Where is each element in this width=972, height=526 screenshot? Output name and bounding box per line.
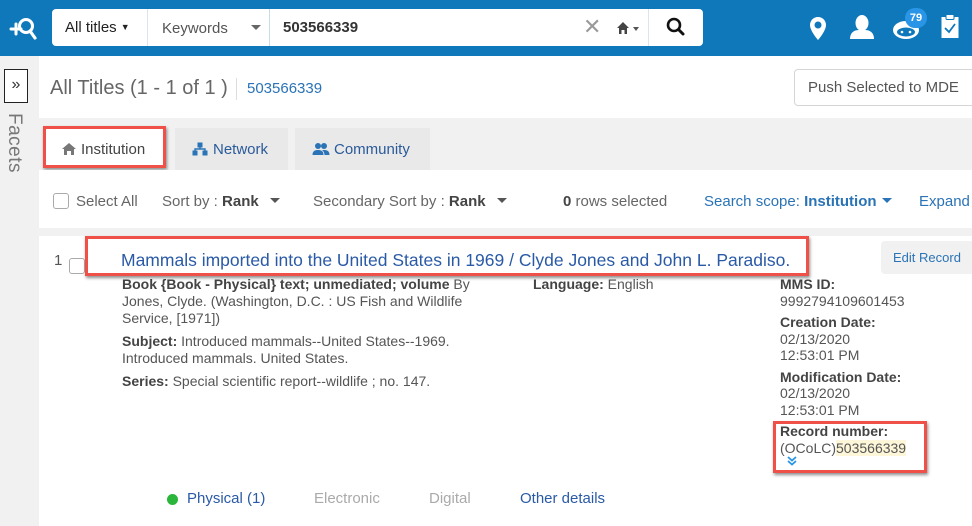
chevron-double-down-icon[interactable] bbox=[786, 456, 798, 466]
creation-date-value: 02/13/2020 bbox=[780, 330, 851, 347]
series-line: Series: Special scientific report--wildl… bbox=[122, 373, 502, 390]
modification-date-label: Modification Date: bbox=[780, 368, 902, 385]
language-label: Language: bbox=[533, 276, 604, 292]
magnifier-icon bbox=[666, 17, 685, 36]
result-checkbox[interactable] bbox=[69, 258, 85, 274]
select-all-checkbox[interactable] bbox=[53, 193, 69, 209]
record-number-prefix: (OCoLC) bbox=[780, 439, 837, 456]
tab-label: Network bbox=[213, 141, 269, 158]
caret-down-icon bbox=[269, 198, 280, 203]
results-header: All Titles (1 - 1 of 1 ) 503566339 Push … bbox=[39, 56, 972, 118]
record-number-value: 503566339 bbox=[836, 439, 907, 456]
mms-id-value: 9992794109601453 bbox=[780, 292, 905, 309]
home-icon bbox=[62, 143, 76, 155]
language-line: Language: English bbox=[533, 276, 654, 293]
scope-value: Institution bbox=[804, 193, 877, 210]
search-box: All titles▼ Keywords ✕ bbox=[52, 9, 703, 46]
caret-down-icon bbox=[496, 198, 507, 203]
result-index: 1 bbox=[54, 252, 63, 269]
mms-id-label: MMS ID: bbox=[780, 276, 836, 292]
series-value: Special scientific report--wildlife ; no… bbox=[168, 373, 431, 389]
modification-time-value: 12:53:01 PM bbox=[780, 401, 860, 418]
modification-date: Modification Date: 02/13/2020 12:53:01 P… bbox=[780, 369, 960, 419]
sort-label: Sort by : bbox=[162, 193, 218, 210]
creation-time-value: 12:53:01 PM bbox=[780, 347, 860, 363]
format-label: Book {Book - Physical} text; unmediated;… bbox=[122, 276, 450, 292]
secondary-sort-value: Rank bbox=[448, 193, 486, 210]
mms-id: MMS ID: 9992794109601453 bbox=[780, 276, 960, 309]
home-icon bbox=[617, 22, 639, 34]
facets-sidebar: » Facets bbox=[0, 56, 39, 526]
rows-selected-count: 0 bbox=[563, 193, 572, 210]
subject-line: Subject: Introduced mammals--United Stat… bbox=[122, 333, 502, 367]
top-bar: All titles▼ Keywords ✕ bbox=[0, 0, 972, 56]
tab-institution[interactable]: Institution bbox=[45, 128, 166, 170]
clear-search-icon[interactable]: ✕ bbox=[583, 16, 601, 38]
rows-selected-label: rows selected bbox=[575, 193, 668, 210]
push-selected-to-mde-button[interactable]: Push Selected to MDE bbox=[794, 69, 972, 106]
record-number: Record number: (OCoLC)503566339 bbox=[780, 423, 960, 466]
search-input[interactable] bbox=[272, 9, 572, 46]
caret-down-icon: ▼ bbox=[120, 22, 130, 32]
sort-value: Rank bbox=[222, 193, 259, 210]
expand-facets-button[interactable]: » bbox=[4, 69, 28, 103]
availability-dot-icon bbox=[167, 494, 178, 505]
divider bbox=[236, 78, 237, 100]
clipboard-check-icon[interactable] bbox=[940, 13, 960, 44]
expand-link[interactable]: Expand bbox=[919, 193, 970, 210]
series-label: Series: bbox=[122, 373, 169, 389]
secondary-sort-label: Secondary Sort by : bbox=[313, 193, 445, 210]
format-line: Book {Book - Physical} text; unmediated;… bbox=[122, 276, 502, 327]
community-icon bbox=[312, 143, 330, 155]
edit-record-button[interactable]: Edit Record bbox=[881, 241, 972, 274]
search-scope-dropdown[interactable]: Search scope: Institution bbox=[704, 193, 892, 210]
facets-label[interactable]: Facets bbox=[3, 113, 25, 173]
electronic-label: Electronic bbox=[314, 490, 380, 507]
caret-down-icon bbox=[251, 25, 261, 30]
creation-date: Creation Date: 02/13/2020 12:53:01 PM bbox=[780, 314, 960, 364]
caret-down-icon bbox=[881, 198, 892, 203]
notification-badge[interactable]: 79 bbox=[905, 8, 927, 28]
digital-label: Digital bbox=[429, 490, 471, 507]
tab-label: Institution bbox=[81, 141, 146, 158]
search-field-dropdown[interactable]: Keywords bbox=[149, 9, 270, 46]
search-field-label: Keywords bbox=[162, 20, 228, 37]
location-pin-icon[interactable] bbox=[809, 16, 827, 47]
result-details: Book {Book - Physical} text; unmediated;… bbox=[122, 276, 502, 396]
secondary-sort-dropdown[interactable]: Secondary Sort by : Rank bbox=[313, 193, 507, 210]
record-metadata: MMS ID: 9992794109601453 Creation Date: … bbox=[780, 276, 960, 471]
result-item: 1 Mammals imported into the United State… bbox=[39, 236, 972, 526]
tab-network[interactable]: Network bbox=[175, 128, 288, 170]
scope-label: Search scope: bbox=[704, 193, 800, 210]
physical-link[interactable]: Physical (1) bbox=[187, 490, 265, 507]
record-number-label: Record number: bbox=[780, 423, 889, 439]
rows-selected-status: 0 rows selected bbox=[563, 193, 667, 210]
select-all-label[interactable]: Select All bbox=[76, 193, 138, 210]
query-link[interactable]: 503566339 bbox=[247, 80, 322, 97]
subject-label: Subject: bbox=[122, 333, 178, 349]
network-icon bbox=[192, 142, 208, 156]
results-toolbar: Select All Sort by : Rank Secondary Sort… bbox=[39, 170, 972, 228]
search-type-label: All titles bbox=[65, 19, 117, 36]
search-scope-home-dropdown[interactable] bbox=[615, 20, 647, 36]
tab-community[interactable]: Community bbox=[295, 128, 430, 170]
page-title: All Titles (1 - 1 of 1 ) bbox=[50, 77, 228, 99]
search-plus-icon[interactable] bbox=[8, 14, 38, 42]
search-button[interactable] bbox=[649, 9, 703, 46]
other-details-link[interactable]: Other details bbox=[520, 490, 605, 507]
sort-by-dropdown[interactable]: Sort by : Rank bbox=[162, 193, 280, 210]
language-value: English bbox=[603, 276, 654, 292]
search-type-dropdown[interactable]: All titles ▼ bbox=[52, 9, 148, 46]
user-icon[interactable] bbox=[848, 14, 876, 45]
tab-label: Community bbox=[334, 141, 410, 158]
creation-date-label: Creation Date: bbox=[780, 314, 876, 330]
modification-date-value: 02/13/2020 bbox=[780, 385, 851, 401]
result-title-link[interactable]: Mammals imported into the United States … bbox=[121, 250, 790, 271]
